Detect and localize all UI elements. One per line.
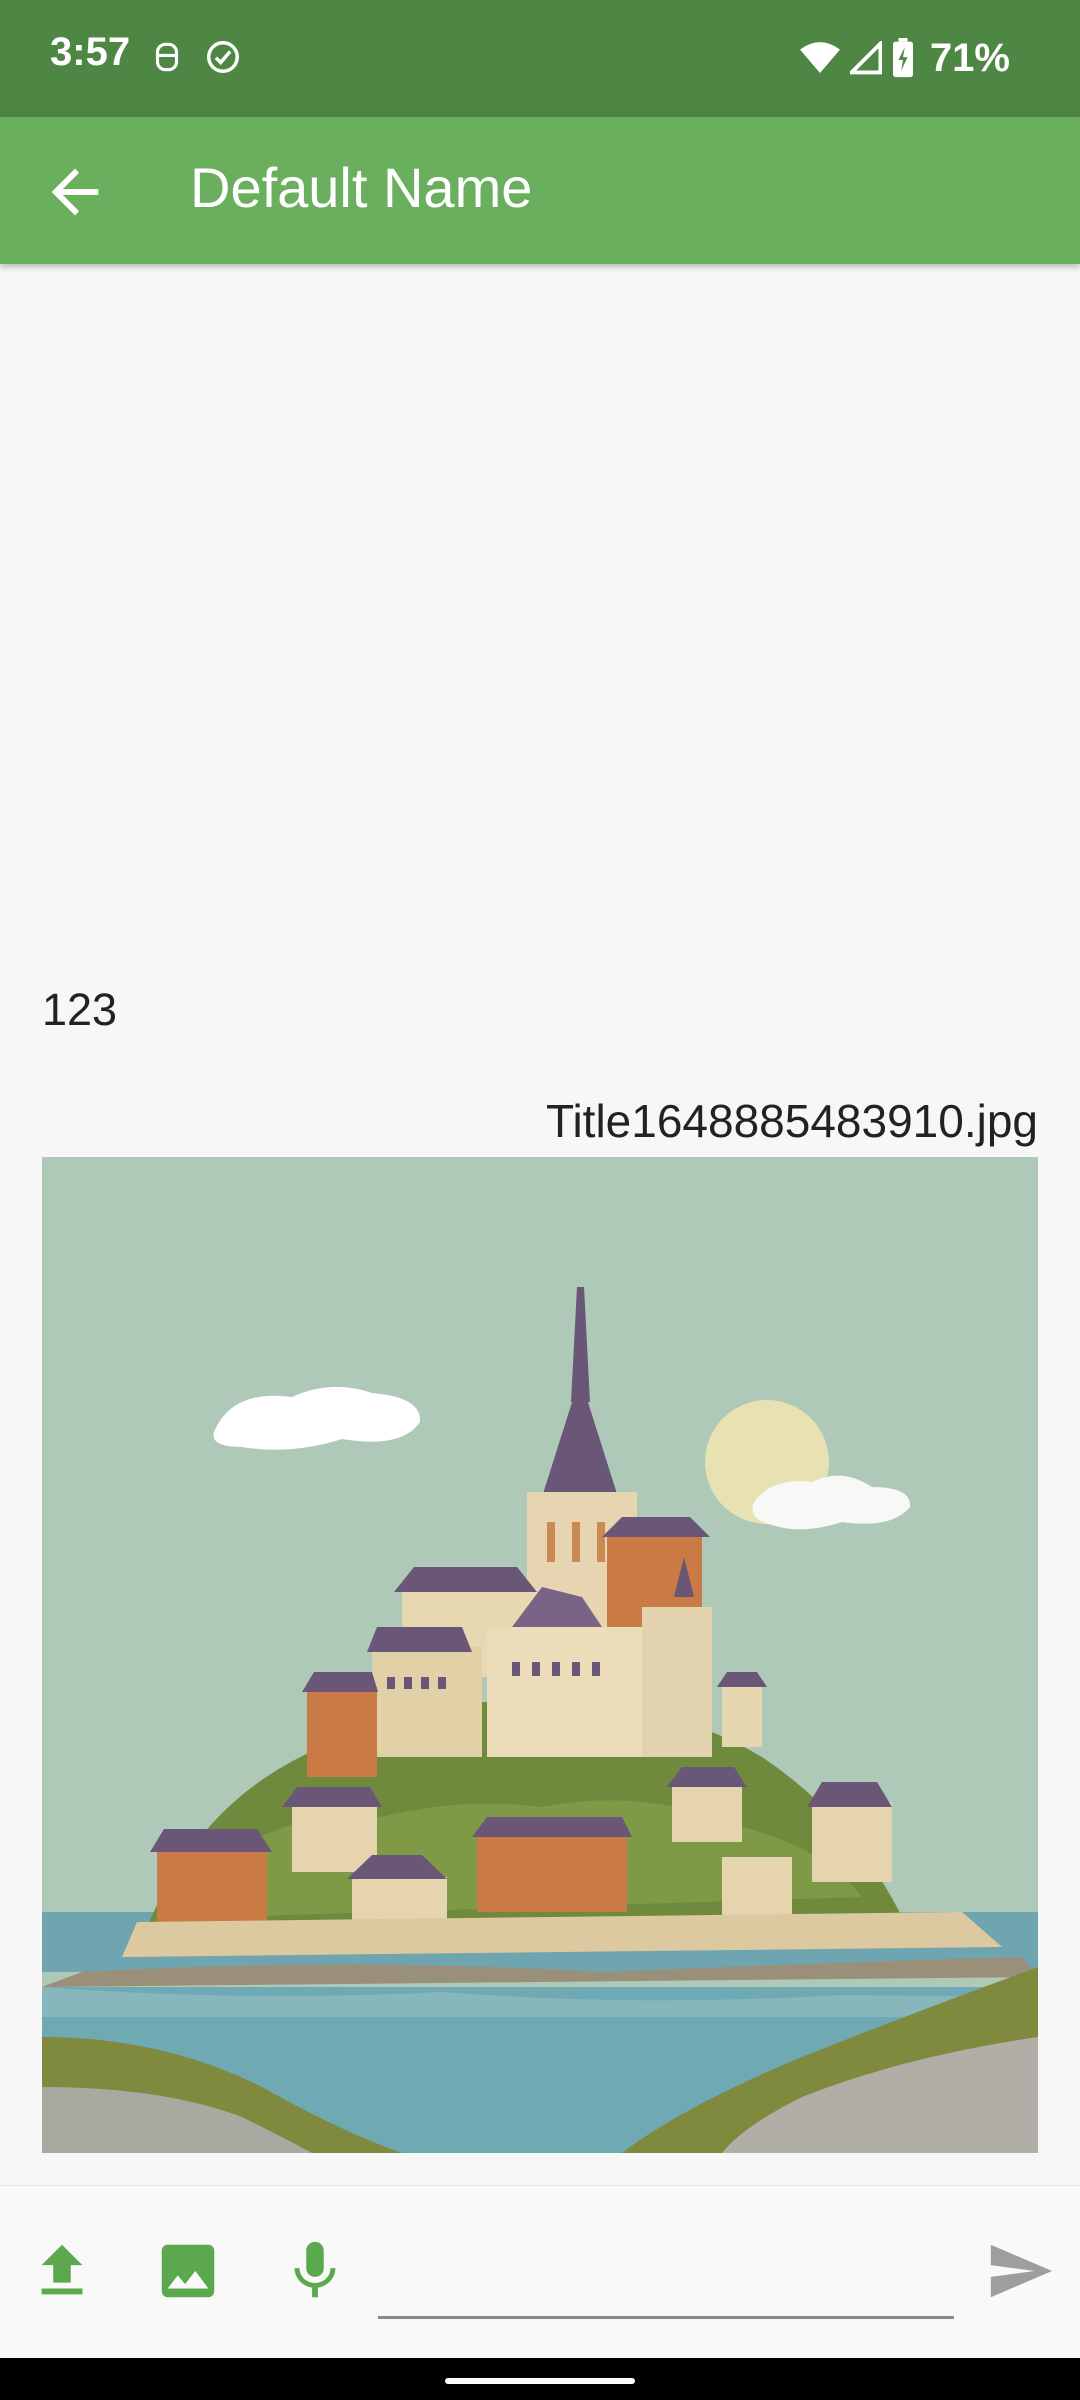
notification-icon [155,42,179,72]
check-circle-icon [207,41,239,73]
status-time: 3:57 [50,30,131,74]
system-navigation-bar [0,2358,1080,2400]
image-icon[interactable] [153,2236,223,2306]
text-message[interactable]: 123 [42,984,117,1036]
mont-saint-michel-illustration [42,1157,1038,2153]
chat-messages[interactable]: 123 Title1648885483910.jpg [0,264,1080,2184]
upload-icon[interactable] [27,2236,97,2306]
battery-icon [892,38,913,78]
home-gesture-handle[interactable] [445,2378,635,2384]
app-bar: Default Name [0,117,1080,264]
send-icon[interactable] [985,2236,1055,2306]
page-title: Default Name [190,156,533,219]
image-file-name: Title1648885483910.jpg [546,1095,1038,1147]
battery-percentage: 71% [929,35,1010,80]
wifi-icon [799,42,840,73]
status-bar: 3:57 71% [0,0,1080,117]
microphone-icon[interactable] [280,2236,350,2306]
message-composer [0,2185,1080,2359]
signal-icon [849,41,882,75]
status-right: 71% [799,28,1010,88]
arrow-back-icon[interactable] [40,157,110,227]
message-input[interactable] [378,2246,954,2319]
image-message[interactable] [42,1157,1038,2153]
